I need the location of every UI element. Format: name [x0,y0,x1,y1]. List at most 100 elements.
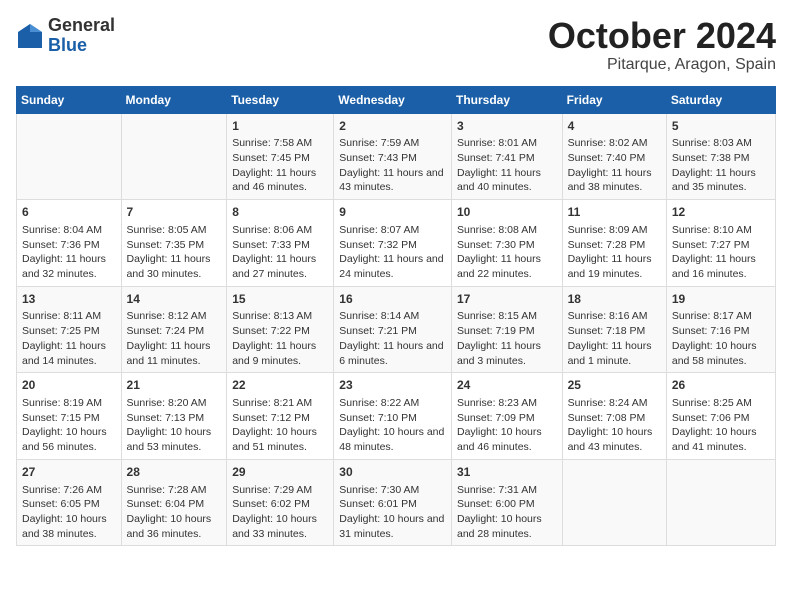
day-info: Sunrise: 8:17 AMSunset: 7:16 PMDaylight:… [672,309,770,368]
day-info: Sunrise: 8:07 AMSunset: 7:32 PMDaylight:… [339,223,446,282]
calendar-day-cell: 30 Sunrise: 7:30 AMSunset: 6:01 PMDayligh… [334,459,452,546]
day-info: Sunrise: 7:59 AMSunset: 7:43 PMDaylight:… [339,136,446,195]
day-info: Sunrise: 8:21 AMSunset: 7:12 PMDaylight:… [232,396,328,455]
calendar-day-cell: 5Sunrise: 8:03 AMSunset: 7:38 PMDaylight… [666,113,775,200]
day-number: 30 [339,464,446,481]
calendar-day-cell: 27 Sunrise: 7:26 AMSunset: 6:05 PMDayligh… [17,459,122,546]
day-info: Sunrise: 7:58 AMSunset: 7:45 PMDaylight:… [232,136,328,195]
day-number: 12 [672,204,770,221]
day-info: Sunrise: 8:19 AMSunset: 7:15 PMDaylight:… [22,396,116,455]
day-number: 8 [232,204,328,221]
page-header: General Blue October 2024 Pitarque, Arag… [16,16,776,74]
weekday-header: Thursday [451,86,562,113]
calendar-day-cell: 16Sunrise: 8:14 AMSunset: 7:21 PMDayligh… [334,286,452,373]
day-number: 16 [339,291,446,308]
day-number: 15 [232,291,328,308]
weekday-row: SundayMondayTuesdayWednesdayThursdayFrid… [17,86,776,113]
day-number: 2 [339,118,446,135]
location-text: Pitarque, Aragon, Spain [548,56,776,74]
day-number: 31 [457,464,557,481]
day-number: 19 [672,291,770,308]
day-info: Sunrise: 8:25 AMSunset: 7:06 PMDaylight:… [672,396,770,455]
day-info: Sunrise: 8:11 AMSunset: 7:25 PMDaylight:… [22,309,116,368]
day-info: Sunrise: 8:08 AMSunset: 7:30 PMDaylight:… [457,223,557,282]
calendar-day-cell [121,113,227,200]
day-number: 9 [339,204,446,221]
day-info: Sunrise: 8:15 AMSunset: 7:19 PMDaylight:… [457,309,557,368]
logo-blue-text: Blue [48,36,115,56]
day-info: Sunrise: 8:22 AMSunset: 7:10 PMDaylight:… [339,396,446,455]
logo-general-text: General [48,16,115,36]
calendar-day-cell: 14Sunrise: 8:12 AMSunset: 7:24 PMDayligh… [121,286,227,373]
calendar-day-cell: 28Sunrise: 7:28 AMSunset: 6:04 PMDayligh… [121,459,227,546]
day-info: Sunrise: 8:02 AMSunset: 7:40 PMDaylight:… [568,136,661,195]
day-info: Sunrise: 8:01 AMSunset: 7:41 PMDaylight:… [457,136,557,195]
day-number: 24 [457,377,557,394]
calendar-day-cell: 13Sunrise: 8:11 AMSunset: 7:25 PMDayligh… [17,286,122,373]
calendar-day-cell: 1Sunrise: 7:58 AMSunset: 7:45 PMDaylight… [227,113,334,200]
day-info: Sunrise: 7:31 AMSunset: 6:00 PMDaylight:… [457,483,557,542]
day-number: 10 [457,204,557,221]
day-number: 4 [568,118,661,135]
day-info: Sunrise: 8:10 AMSunset: 7:27 PMDaylight:… [672,223,770,282]
day-info: Sunrise: 8:13 AMSunset: 7:22 PMDaylight:… [232,309,328,368]
calendar-day-cell: 6 Sunrise: 8:04 AMSunset: 7:36 PMDaylight… [17,200,122,287]
calendar-day-cell: 2Sunrise: 7:59 AMSunset: 7:43 PMDaylight… [334,113,452,200]
day-info: Sunrise: 8:12 AMSunset: 7:24 PMDaylight:… [127,309,222,368]
day-number: 28 [127,464,222,481]
day-info: Sunrise: 8:16 AMSunset: 7:18 PMDaylight:… [568,309,661,368]
day-number: 23 [339,377,446,394]
calendar-day-cell: 10 Sunrise: 8:08 AMSunset: 7:30 PMDayligh… [451,200,562,287]
day-number: 25 [568,377,661,394]
calendar-table: SundayMondayTuesdayWednesdayThursdayFrid… [16,86,776,547]
calendar-day-cell: 11Sunrise: 8:09 AMSunset: 7:28 PMDayligh… [562,200,666,287]
weekday-header: Wednesday [334,86,452,113]
day-info: Sunrise: 7:29 AMSunset: 6:02 PMDaylight:… [232,483,328,542]
day-info: Sunrise: 8:04 AMSunset: 7:36 PMDaylight:… [22,223,116,282]
day-number: 26 [672,377,770,394]
calendar-day-cell: 4Sunrise: 8:02 AMSunset: 7:40 PMDaylight… [562,113,666,200]
day-number: 5 [672,118,770,135]
calendar-week-row: 6 Sunrise: 8:04 AMSunset: 7:36 PMDaylight… [17,200,776,287]
day-number: 20 [22,377,116,394]
weekday-header: Monday [121,86,227,113]
weekday-header: Tuesday [227,86,334,113]
calendar-day-cell: 25 Sunrise: 8:24 AMSunset: 7:08 PMDayligh… [562,373,666,460]
calendar-day-cell: 26 Sunrise: 8:25 AMSunset: 7:06 PMDayligh… [666,373,775,460]
day-info: Sunrise: 8:09 AMSunset: 7:28 PMDaylight:… [568,223,661,282]
calendar-day-cell: 9 Sunrise: 8:07 AMSunset: 7:32 PMDaylight… [334,200,452,287]
day-info: Sunrise: 7:30 AMSunset: 6:01 PMDaylight:… [339,483,446,542]
day-number: 21 [127,377,222,394]
day-info: Sunrise: 8:24 AMSunset: 7:08 PMDaylight:… [568,396,661,455]
day-info: Sunrise: 8:05 AMSunset: 7:35 PMDaylight:… [127,223,222,282]
day-info: Sunrise: 8:06 AMSunset: 7:33 PMDaylight:… [232,223,328,282]
calendar-day-cell: 18Sunrise: 8:16 AMSunset: 7:18 PMDayligh… [562,286,666,373]
day-number: 27 [22,464,116,481]
calendar-day-cell: 22Sunrise: 8:21 AMSunset: 7:12 PMDayligh… [227,373,334,460]
calendar-week-row: 1Sunrise: 7:58 AMSunset: 7:45 PMDaylight… [17,113,776,200]
calendar-day-cell: 31 Sunrise: 7:31 AMSunset: 6:00 PMDayligh… [451,459,562,546]
weekday-header: Sunday [17,86,122,113]
calendar-day-cell [666,459,775,546]
calendar-day-cell: 19Sunrise: 8:17 AMSunset: 7:16 PMDayligh… [666,286,775,373]
calendar-day-cell: 17Sunrise: 8:15 AMSunset: 7:19 PMDayligh… [451,286,562,373]
title-area: October 2024 Pitarque, Aragon, Spain [548,16,776,74]
calendar-day-cell: 23 Sunrise: 8:22 AMSunset: 7:10 PMDayligh… [334,373,452,460]
calendar-day-cell [17,113,122,200]
calendar-day-cell: 29Sunrise: 7:29 AMSunset: 6:02 PMDayligh… [227,459,334,546]
calendar-body: 1Sunrise: 7:58 AMSunset: 7:45 PMDaylight… [17,113,776,546]
calendar-day-cell [562,459,666,546]
day-info: Sunrise: 8:14 AMSunset: 7:21 PMDaylight:… [339,309,446,368]
calendar-week-row: 13Sunrise: 8:11 AMSunset: 7:25 PMDayligh… [17,286,776,373]
calendar-day-cell: 7Sunrise: 8:05 AMSunset: 7:35 PMDaylight… [121,200,227,287]
day-number: 14 [127,291,222,308]
weekday-header: Friday [562,86,666,113]
calendar-day-cell: 15Sunrise: 8:13 AMSunset: 7:22 PMDayligh… [227,286,334,373]
day-info: Sunrise: 7:26 AMSunset: 6:05 PMDaylight:… [22,483,116,542]
day-number: 6 [22,204,116,221]
day-number: 1 [232,118,328,135]
day-number: 17 [457,291,557,308]
calendar-week-row: 20 Sunrise: 8:19 AMSunset: 7:15 PMDayligh… [17,373,776,460]
calendar-header: SundayMondayTuesdayWednesdayThursdayFrid… [17,86,776,113]
day-number: 13 [22,291,116,308]
